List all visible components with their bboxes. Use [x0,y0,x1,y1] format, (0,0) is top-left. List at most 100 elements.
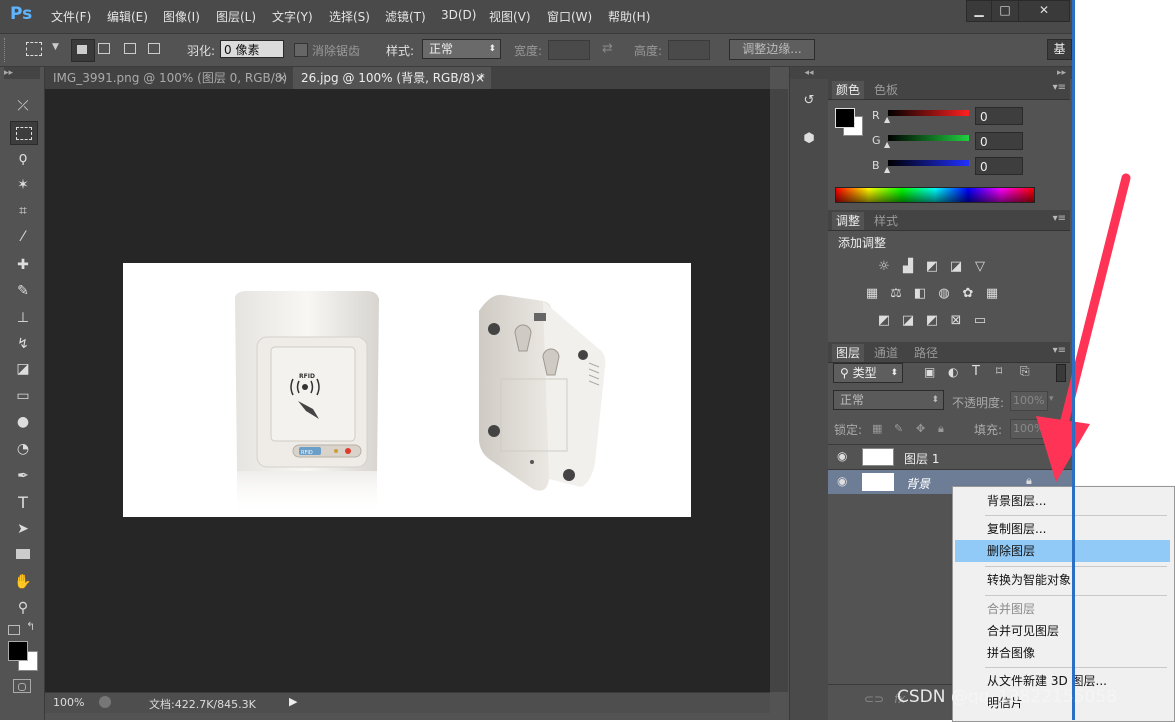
invert-icon[interactable]: ◩ [876,314,892,328]
channel-g-value[interactable]: 0 [975,132,1023,150]
vibrance-icon[interactable]: ▽ [972,260,988,274]
close-button[interactable]: ✕ [1018,0,1070,22]
link-layers-icon[interactable]: ⊂⊃ [864,692,884,706]
rectangle-tool-icon[interactable] [10,544,36,566]
photo-filter-icon[interactable]: ◍ [936,287,952,301]
feather-input[interactable]: 0 像素 [220,40,284,58]
hand-tool-icon[interactable]: ✋ [10,571,36,593]
layer-name[interactable]: 图层 1 [904,450,939,467]
menu-window[interactable]: 窗口(W) [547,8,592,25]
eraser-tool-icon[interactable]: ◪ [10,358,36,380]
panel-menu-icon[interactable]: ▾≡ [1053,82,1066,93]
type-tool-icon[interactable]: T [10,492,36,514]
menu-item-merge-visible[interactable]: 合并可见图层 [955,620,1170,642]
status-menu-arrow-icon[interactable]: ▶ [289,695,297,708]
gradient-map-icon[interactable]: ▭ [972,314,988,328]
menu-select[interactable]: 选择(S) [329,8,370,25]
lock-paint-icon[interactable]: ✎ [894,422,903,435]
menu-view[interactable]: 视图(V) [489,8,531,25]
healing-brush-icon[interactable]: ✚ [10,254,36,276]
workspace-button[interactable]: 基 [1047,39,1072,60]
width-input[interactable] [548,40,590,60]
magic-wand-icon[interactable]: ✶ [10,174,36,196]
lock-transparent-icon[interactable]: ▦ [872,422,882,435]
lock-all-icon[interactable]: 🔒︎ [938,422,944,436]
filter-type-icon[interactable]: T [972,364,980,379]
toolbar-collapse-icon[interactable]: ▸▸ [4,67,40,79]
tab-paths[interactable]: 路径 [910,344,942,362]
panels-collapse-icon[interactable]: ▸▸ [828,67,1072,79]
hue-saturation-icon[interactable]: ▦ [864,287,880,301]
tab-close-icon[interactable]: × [475,67,485,89]
minimize-button[interactable]: ▁ [966,0,992,22]
tab-swatches[interactable]: 色板 [870,81,902,99]
default-colors-icon[interactable] [8,625,20,635]
menu-image[interactable]: 图像(I) [163,8,200,25]
intersect-selection-icon[interactable] [148,43,160,54]
channel-g-slider[interactable] [888,135,969,141]
curves-icon[interactable]: ◩ [924,260,940,274]
move-tool-icon[interactable]: ⤫ [10,95,36,117]
menu-item-convert-smart-object[interactable]: 转换为智能对象 [955,569,1170,591]
tab-channels[interactable]: 通道 [870,344,902,362]
channel-r-slider[interactable] [888,110,969,116]
selective-color-icon[interactable]: ⊠ [948,314,964,328]
channel-b-slider[interactable] [888,160,969,166]
pen-tool-icon[interactable]: ✒ [10,465,36,487]
menu-edit[interactable]: 编辑(E) [107,8,148,25]
document-image[interactable]: RFID RFID [123,263,691,517]
levels-icon[interactable]: ▟ [900,260,916,274]
layer-filter-select[interactable]: ⚲ 类型 ⬍ [833,363,903,383]
eyedropper-icon[interactable]: ⁄ [10,226,36,248]
color-balance-icon[interactable]: ⚖ [888,287,904,301]
channel-r-value[interactable]: 0 [975,107,1023,125]
filter-shape-icon[interactable]: ⌑ [996,364,1002,378]
preset-dropdown-icon[interactable]: ▼ [52,42,59,52]
tab-layers[interactable]: 图层 [832,344,865,362]
menu-3d[interactable]: 3D(D) [441,8,476,22]
tab-close-icon[interactable]: × [277,67,287,89]
refine-edge-button[interactable]: 调整边缘... [729,39,815,60]
foreground-color-swatch[interactable] [8,641,28,661]
add-selection-icon[interactable] [98,43,110,54]
menu-item-duplicate-layer[interactable]: 复制图层... [955,518,1170,540]
black-white-icon[interactable]: ◧ [912,287,928,301]
posterize-icon[interactable]: ◪ [900,314,916,328]
tab-26jpg[interactable]: 26.jpg @ 100% (背景, RGB/8) * × [293,67,491,89]
height-input[interactable] [668,40,710,60]
layer-name[interactable]: 背景 [906,475,930,492]
tab-color[interactable]: 颜色 [832,81,865,99]
exposure-icon[interactable]: ◪ [948,260,964,274]
new-selection-icon[interactable] [71,39,95,62]
history-panel-icon[interactable]: ↺ [800,93,818,111]
style-select[interactable]: 正常 ⬍ [422,39,501,59]
menu-item-delete-layer[interactable]: 删除图层 [955,540,1170,562]
menu-filter[interactable]: 滤镜(T) [385,8,426,25]
quick-mask-icon[interactable] [13,679,31,693]
color-fg-swatch[interactable] [835,108,855,128]
brush-tool-icon[interactable]: ✎ [10,280,36,302]
color-lookup-icon[interactable]: ▦ [984,287,1000,301]
marquee-preset-icon[interactable] [26,42,42,56]
eye-icon[interactable]: ◉ [837,474,847,488]
lock-position-icon[interactable]: ✥ [916,422,925,435]
strip-collapse-icon[interactable]: ◂◂ [790,67,828,79]
path-select-icon[interactable]: ➤ [10,518,36,540]
dodge-tool-icon[interactable]: ◔ [10,438,36,460]
menu-type[interactable]: 文字(Y) [272,8,313,25]
vertical-scrollbar[interactable] [770,89,788,692]
history-brush-icon[interactable]: ↯ [10,333,36,355]
swap-colors-icon[interactable]: ↰ [26,620,35,633]
tab-adjustments[interactable]: 调整 [832,212,865,230]
menu-file[interactable]: 文件(F) [51,8,91,25]
3d-panel-icon[interactable]: ⬢ [800,131,818,149]
menu-layer[interactable]: 图层(L) [216,8,256,25]
clone-stamp-icon[interactable]: ⊥ [10,307,36,329]
menu-item-background-layer[interactable]: 背景图层... [955,490,1170,512]
crop-tool-icon[interactable]: ⌗ [10,200,36,222]
blend-mode-select[interactable]: 正常 ⬍ [833,390,944,410]
subtract-selection-icon[interactable] [124,43,136,54]
color-spectrum-bar[interactable] [835,187,1035,203]
eye-icon[interactable]: ◉ [837,449,847,463]
menu-item-flatten-image[interactable]: 拼合图像 [955,642,1170,664]
